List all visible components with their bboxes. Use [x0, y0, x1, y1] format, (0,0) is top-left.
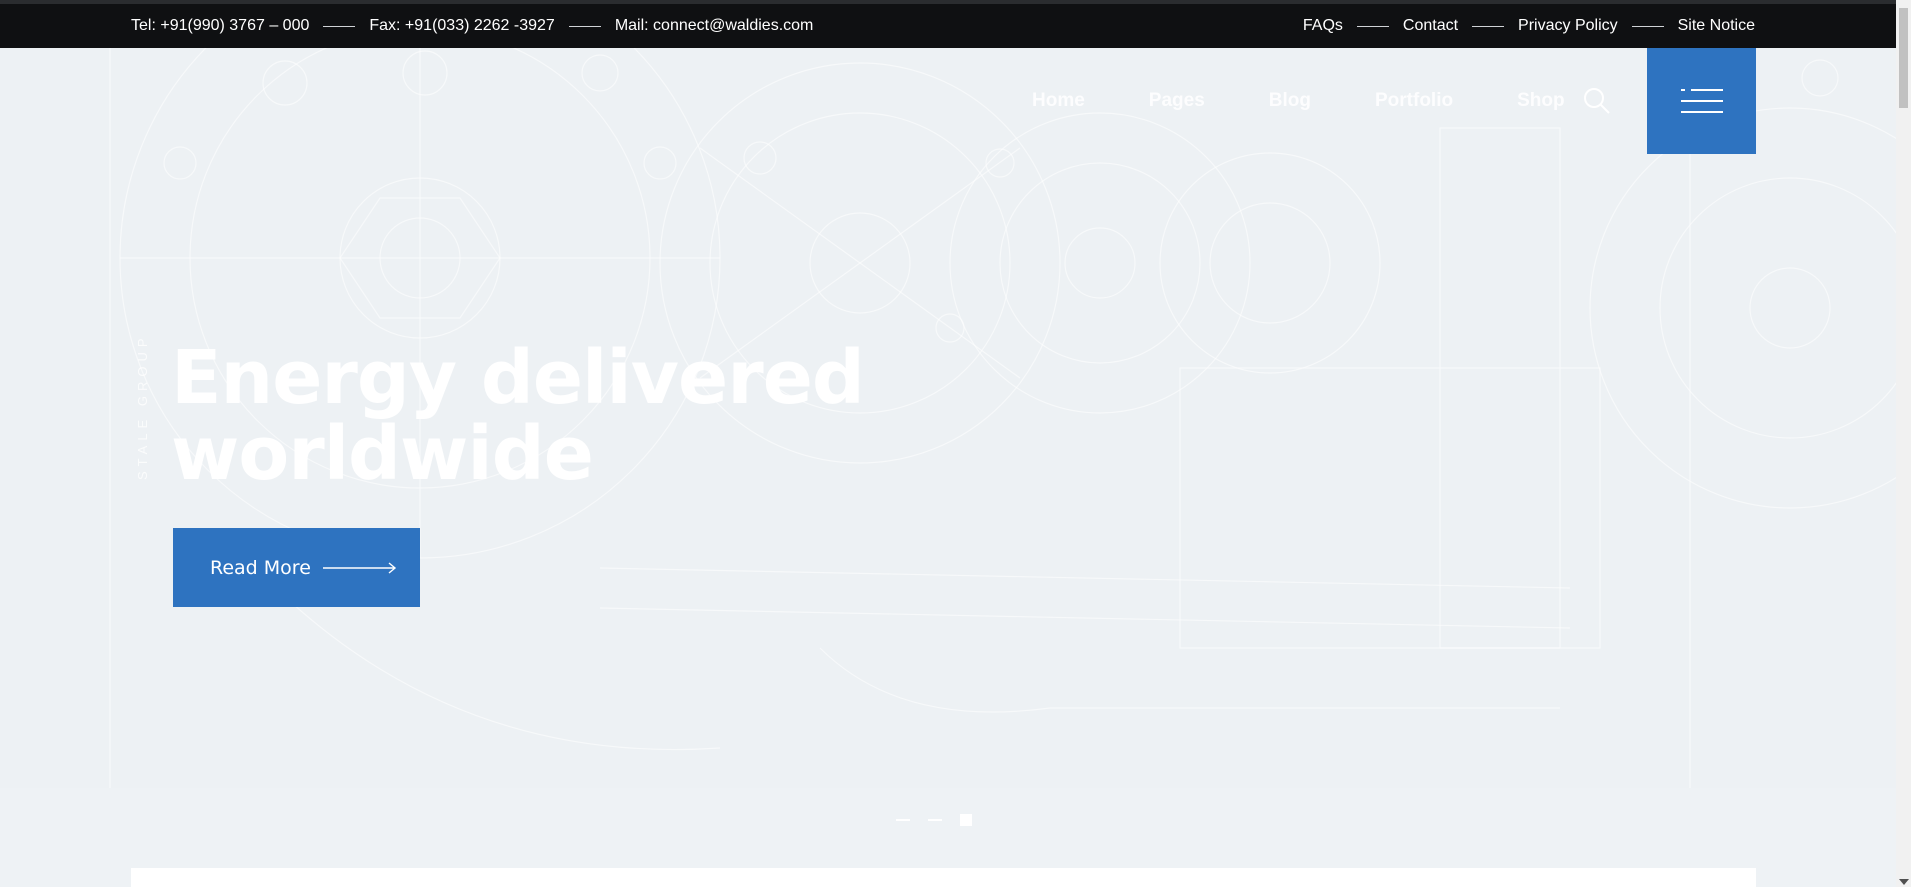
divider	[568, 25, 601, 27]
privacy-policy-link[interactable]: Privacy Policy	[1518, 17, 1618, 35]
site-notice-link[interactable]: Site Notice	[1678, 17, 1755, 35]
top-bar: Tel: +91(990) 3767 – 000 Fax: +91(033) 2…	[0, 0, 1896, 48]
slide-dot-2[interactable]	[928, 819, 942, 821]
divider	[1472, 25, 1505, 27]
hamburger-menu-button[interactable]	[1647, 48, 1756, 154]
vertical-brand-text: STALE GROUP	[135, 333, 150, 480]
nav-blog[interactable]: Blog	[1269, 90, 1311, 112]
divider	[323, 25, 356, 27]
phone-link[interactable]: Tel: +91(990) 3767 – 000	[131, 17, 309, 35]
nav-shop[interactable]: Shop	[1517, 90, 1565, 112]
search-icon[interactable]	[1582, 86, 1612, 116]
utility-links: FAQs Contact Privacy Policy Site Notice	[1303, 4, 1755, 48]
nav-pages[interactable]: Pages	[1149, 90, 1205, 112]
hero-headline-line-2: worldwide	[171, 411, 594, 497]
fax-text: Fax: +91(033) 2262 -3927	[369, 17, 555, 34]
read-more-button[interactable]: Read More	[173, 528, 420, 607]
scrollbar-thumb[interactable]	[1899, 8, 1908, 108]
contact-link[interactable]: Contact	[1403, 17, 1458, 35]
divider	[1356, 25, 1389, 27]
page-scrollbar[interactable]	[1896, 0, 1911, 887]
page: Tel: +91(990) 3767 – 000 Fax: +91(033) 2…	[0, 0, 1911, 887]
content-card	[131, 868, 1756, 887]
hero-headline: Energy delivered worldwide	[171, 340, 871, 492]
scroll-down-arrow-icon[interactable]	[1899, 879, 1909, 885]
slider-pagination	[896, 814, 972, 826]
divider	[1631, 25, 1664, 27]
mail-link[interactable]: Mail: connect@waldies.com	[615, 17, 814, 35]
main-nav: Home Pages Blog Portfolio Shop	[1000, 48, 1597, 154]
nav-home[interactable]: Home	[1032, 90, 1085, 112]
contact-info: Tel: +91(990) 3767 – 000 Fax: +91(033) 2…	[131, 4, 813, 48]
nav-portfolio[interactable]: Portfolio	[1375, 90, 1453, 112]
read-more-label: Read More	[210, 556, 311, 579]
arrow-right-icon	[322, 561, 396, 574]
hamburger-menu-icon	[1680, 89, 1723, 113]
hero-headline-line-1: Energy delivered	[171, 335, 865, 421]
slide-dot-1[interactable]	[896, 819, 910, 821]
slide-dot-3-active[interactable]	[960, 814, 972, 826]
faqs-link[interactable]: FAQs	[1303, 17, 1343, 35]
